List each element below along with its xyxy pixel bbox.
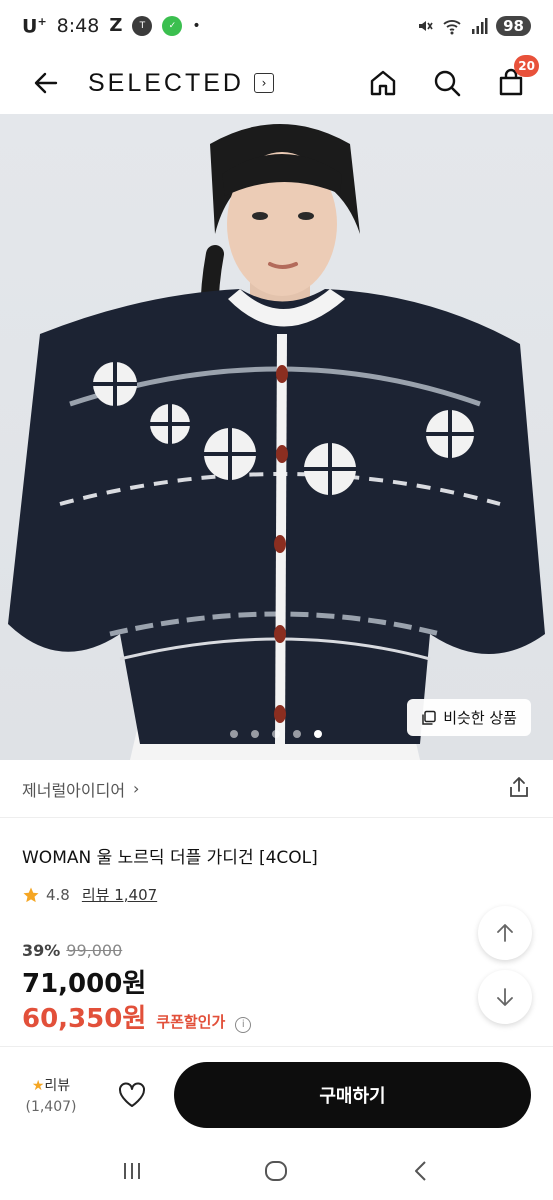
brand-name: SELECTED [88,68,244,97]
z-app-icon: Z [109,15,123,37]
carousel-dot-active [314,730,322,738]
share-icon [510,776,528,797]
chevron-right-icon: › [133,779,140,798]
wifi-icon [443,20,461,35]
scroll-up-button[interactable] [478,906,532,960]
bottom-action-bar: ★리뷰 (1,407) 구매하기 [0,1046,553,1142]
carousel-dot [293,730,301,738]
signal-icon [472,18,488,34]
similar-products-button[interactable]: 비슷한 상품 [407,699,531,736]
copy-icon [422,710,436,725]
info-icon[interactable]: i [235,1016,252,1033]
rating-value: 4.8 [46,885,70,904]
cart-count-badge: 20 [514,55,539,77]
buy-button[interactable]: 구매하기 [174,1061,531,1128]
home-nav-icon[interactable] [263,1159,289,1183]
heart-icon [119,1082,145,1107]
status-left: U+ 8:48 Z T ✓ • [22,15,201,37]
original-price: 99,000 [66,941,123,960]
scroll-down-button[interactable] [478,970,532,1024]
discount-percent: 39% [22,941,61,960]
carousel-dot [272,730,280,738]
product-title: WOMAN 울 노르딕 더플 가디건 [4COL] [22,848,318,868]
star-icon [23,887,39,902]
store-row: 제너럴아이디어 › [0,760,553,818]
review-summary-label: ★리뷰 [31,1077,71,1094]
review-summary-count: (1,407) [25,1098,77,1115]
coupon-price-row: 60,350원 쿠폰할인가 i [22,998,252,1035]
carousel-dot [251,730,259,738]
star-icon: ★ [31,1077,45,1094]
carrier-label: U+ [22,14,47,38]
product-photo [8,124,545,760]
app-header: SELECTED › 20 [0,52,553,114]
header-actions: 20 [367,55,539,99]
talk-icon: T [132,15,153,36]
sale-price: 71,000원 [22,969,147,999]
arrow-down-icon [497,988,513,1006]
carousel-indicator [230,730,322,738]
back-nav-icon[interactable] [409,1159,433,1183]
home-button[interactable] [367,67,399,99]
cart-button[interactable]: 20 [495,55,539,99]
arrow-left-icon [34,72,58,94]
carousel-dot [230,730,238,738]
chevron-right-icon: › [253,73,274,93]
back-button[interactable] [30,67,62,99]
similar-products-label: 비슷한 상품 [443,709,517,727]
review-summary-button[interactable]: ★리뷰 (1,407) [22,1075,80,1115]
discount-row: 39% 99,000 [22,941,122,960]
more-notifications-icon: • [192,17,201,34]
brand-link[interactable]: SELECTED › [88,69,274,98]
mute-icon [419,21,433,31]
recent-apps-icon[interactable] [120,1159,144,1183]
clock: 8:48 [56,14,100,37]
store-name-link[interactable]: 제너럴아이디어 [22,777,125,801]
review-count-link[interactable]: 리뷰 1,407 [82,884,157,905]
status-right: 98 [416,16,531,36]
share-button[interactable] [507,775,531,803]
status-bar: U+ 8:48 Z T ✓ • 98 [0,0,553,52]
arrow-up-icon [497,924,513,942]
search-icon [434,70,461,97]
wishlist-button[interactable] [112,1075,152,1115]
coupon-price: 60,350원 [22,1004,147,1034]
product-image-carousel[interactable]: 비슷한 상품 [0,114,553,760]
battery-indicator: 98 [496,16,531,36]
system-navigation-bar [0,1142,553,1200]
rating-row: 4.8 리뷰 1,407 [22,884,157,905]
home-icon [370,70,396,96]
search-button[interactable] [431,67,463,99]
coupon-price-label: 쿠폰할인가 [156,1013,226,1031]
green-app-icon: ✓ [162,15,183,36]
